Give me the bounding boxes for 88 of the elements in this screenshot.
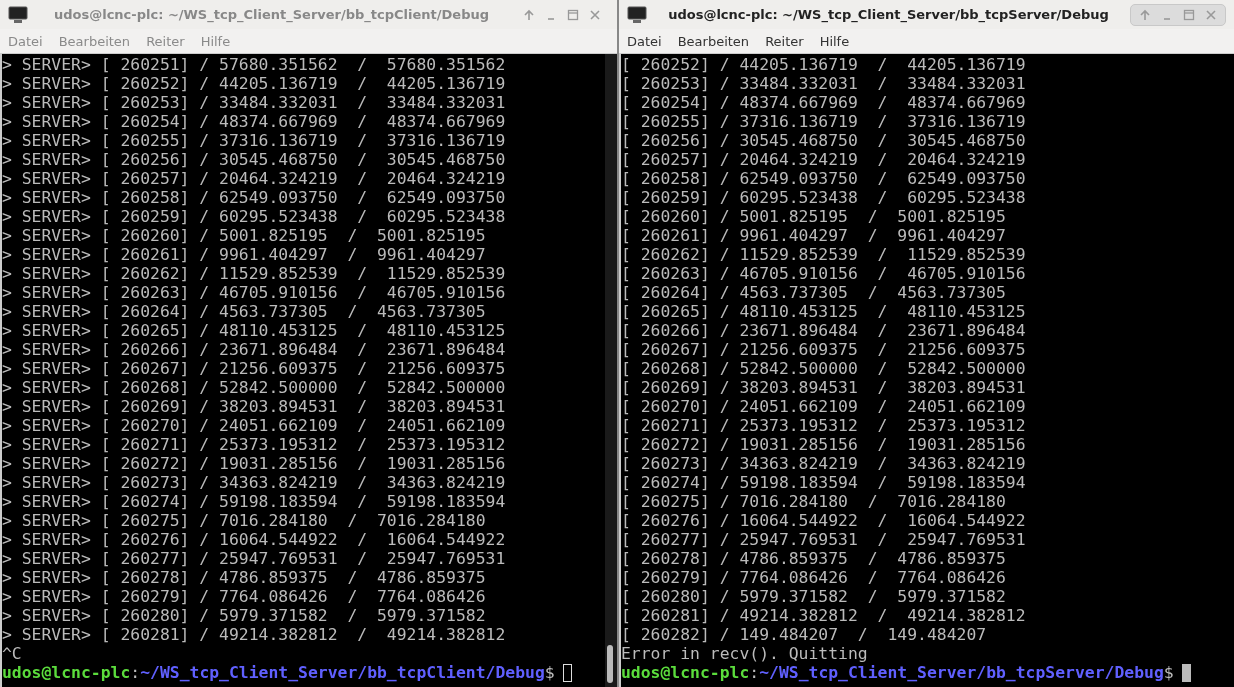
terminal-line: > SERVER> [ 260253] / 33484.332031 / 33484.332031	[2, 93, 506, 112]
terminal-line: [ 260267] / 21256.609375 / 21256.609375	[621, 340, 1026, 359]
terminal-line: > SERVER> [ 260267] / 21256.609375 / 21256.609375	[2, 359, 506, 378]
terminal-line: [ 260276] / 16064.544922 / 16064.544922	[621, 511, 1026, 530]
terminal-line: > SERVER> [ 260256] / 30545.468750 / 30545.468750	[2, 150, 506, 169]
menu-item[interactable]: Datei	[627, 33, 662, 49]
terminal-line: [ 260258] / 62549.093750 / 62549.093750	[621, 169, 1026, 188]
terminal-line: [ 260261] / 9961.404297 / 9961.404297	[621, 226, 1006, 245]
terminal-line: > SERVER> [ 260257] / 20464.324219 / 20464.324219	[2, 169, 506, 188]
terminal-line: [ 260268] / 52842.500000 / 52842.500000	[621, 359, 1026, 378]
terminal-line: > SERVER> [ 260266] / 23671.896484 / 23671.896484	[2, 340, 506, 359]
terminal-line: [ 260255] / 37316.136719 / 37316.136719	[621, 112, 1026, 131]
terminal-line: > SERVER> [ 260252] / 44205.136719 / 44205.136719	[2, 74, 506, 93]
prompt-symbol: $	[1163, 663, 1174, 682]
terminal-line: > SERVER> [ 260264] / 4563.737305 / 4563.737305	[2, 302, 486, 321]
window-title: udos@lcnc-plc: ~/WS_tcp_Client_Server/bb_tcpServer/Debug	[667, 7, 1110, 22]
terminal-line: [ 260282] / 149.484207 / 149.484207	[621, 625, 987, 644]
prompt-symbol: $	[544, 663, 555, 682]
terminal-line: > SERVER> [ 260269] / 38203.894531 / 38203.894531	[2, 397, 506, 416]
maximize-icon[interactable]	[1183, 8, 1195, 21]
terminal-line: > SERVER> [ 260259] / 60295.523438 / 60295.523438	[2, 207, 506, 226]
terminal-line: [ 260265] / 48110.453125 / 48110.453125	[621, 302, 1026, 321]
terminal-line: > SERVER> [ 260273] / 34363.824219 / 34363.824219	[2, 473, 506, 492]
terminal-line: > SERVER> [ 260275] / 7016.284180 / 7016.284180	[2, 511, 486, 530]
prompt-path: ~/WS_tcp_Client_Server/bb_tcpServer/Debug	[759, 663, 1164, 682]
prompt-user-host: udos@lcnc-plc	[621, 663, 750, 682]
menu-item[interactable]: Hilfe	[819, 33, 850, 49]
terminal-line: [ 260269] / 38203.894531 / 38203.894531	[621, 378, 1026, 397]
terminal-line: [ 260271] / 25373.195312 / 25373.195312	[621, 416, 1026, 435]
keep-above-icon[interactable]	[523, 8, 535, 21]
terminal-line: [ 260274] / 59198.183594 / 59198.183594	[621, 473, 1026, 492]
menu-item[interactable]: Bearbeiten	[677, 33, 750, 49]
scrollbar-thumb[interactable]	[607, 645, 613, 683]
terminal-line: > SERVER> [ 260254] / 48374.667969 / 48374.667969	[2, 112, 506, 131]
terminal-line: > SERVER> [ 260261] / 9961.404297 / 9961.404297	[2, 245, 486, 264]
terminal-line: [ 260256] / 30545.468750 / 30545.468750	[621, 131, 1026, 150]
terminal-line: > SERVER> [ 260272] / 19031.285156 / 19031.285156	[2, 454, 506, 473]
terminal-line: [ 260279] / 7764.086426 / 7764.086426	[621, 568, 1006, 587]
terminal-line: [ 260254] / 48374.667969 / 48374.667969	[621, 93, 1026, 112]
terminal-line: [ 260266] / 23671.896484 / 23671.896484	[621, 321, 1026, 340]
prompt-user-host: udos@lcnc-plc	[2, 663, 131, 682]
terminal-line: [ 260264] / 4563.737305 / 4563.737305	[621, 283, 1006, 302]
terminal-line: [ 260280] / 5979.371582 / 5979.371582	[621, 587, 1006, 606]
terminal-line: Error in recv(). Quitting	[621, 644, 868, 663]
terminal-line: > SERVER> [ 260262] / 11529.852539 / 11529.852539	[2, 264, 506, 283]
terminal-line: > SERVER> [ 260277] / 25947.769531 / 25947.769531	[2, 549, 506, 568]
window-title: udos@lcnc-plc: ~/WS_tcp_Client_Server/bb_tcpClient/Debug	[52, 7, 491, 22]
terminal-line: > SERVER> [ 260260] / 5001.825195 / 5001.825195	[2, 226, 486, 245]
terminal-line: > SERVER> [ 260263] / 46705.910156 / 46705.910156	[2, 283, 506, 302]
terminal-line: > SERVER> [ 260279] / 7764.086426 / 7764.086426	[2, 587, 486, 606]
keep-above-icon[interactable]	[1139, 8, 1151, 21]
prompt-path: ~/WS_tcp_Client_Server/bb_tcpClient/Debug	[140, 663, 545, 682]
terminal-line: > SERVER> [ 260265] / 48110.453125 / 48110.453125	[2, 321, 506, 340]
close-icon[interactable]	[589, 8, 601, 21]
terminal-line: [ 260262] / 11529.852539 / 11529.852539	[621, 245, 1026, 264]
terminal-line: [ 260253] / 33484.332031 / 33484.332031	[621, 74, 1026, 93]
terminal-line: > SERVER> [ 260271] / 25373.195312 / 25373.195312	[2, 435, 506, 454]
terminal-line: > SERVER> [ 260276] / 16064.544922 / 16064.544922	[2, 530, 506, 549]
terminal-line: ^C	[2, 644, 22, 663]
prompt-separator: :	[130, 663, 141, 682]
close-icon[interactable]	[1205, 8, 1217, 21]
terminal-line: [ 260277] / 25947.769531 / 25947.769531	[621, 530, 1026, 549]
terminal-line: [ 260259] / 60295.523438 / 60295.523438	[621, 188, 1026, 207]
terminal-line: [ 260257] / 20464.324219 / 20464.324219	[621, 150, 1026, 169]
monitor-icon	[8, 5, 28, 24]
terminal-line: [ 260281] / 49214.382812 / 49214.382812	[621, 606, 1026, 625]
terminal-line: [ 260263] / 46705.910156 / 46705.910156	[621, 264, 1026, 283]
terminal-line: > SERVER> [ 260258] / 62549.093750 / 62549.093750	[2, 188, 506, 207]
scrollbar[interactable]	[605, 54, 617, 687]
terminal-line: [ 260275] / 7016.284180 / 7016.284180	[621, 492, 1006, 511]
terminal-line: [ 260270] / 24051.662109 / 24051.662109	[621, 397, 1026, 416]
terminal-line: > SERVER> [ 260255] / 37316.136719 / 37316.136719	[2, 131, 506, 150]
terminal-line: > SERVER> [ 260280] / 5979.371582 / 5979.371582	[2, 606, 486, 625]
terminal-line: > SERVER> [ 260281] / 49214.382812 / 49214.382812	[2, 625, 506, 644]
terminal-line: [ 260273] / 34363.824219 / 34363.824219	[621, 454, 1026, 473]
terminal-line: [ 260260] / 5001.825195 / 5001.825195	[621, 207, 1006, 226]
terminal-line: > SERVER> [ 260270] / 24051.662109 / 24051.662109	[2, 416, 506, 435]
terminal-line: > SERVER> [ 260251] / 57680.351562 / 57680.351562	[2, 55, 506, 74]
terminal-line: [ 260278] / 4786.859375 / 4786.859375	[621, 549, 1006, 568]
terminal-line: > SERVER> [ 260278] / 4786.859375 / 4786.859375	[2, 568, 486, 587]
menu-item[interactable]: Reiter	[765, 33, 804, 49]
prompt-separator: :	[749, 663, 760, 682]
terminal-line: [ 260252] / 44205.136719 / 44205.136719	[621, 55, 1026, 74]
terminal-line: > SERVER> [ 260268] / 52842.500000 / 52842.500000	[2, 378, 506, 397]
monitor-icon	[627, 5, 647, 24]
terminal-line: [ 260272] / 19031.285156 / 19031.285156	[621, 435, 1026, 454]
terminal-line: > SERVER> [ 260274] / 59198.183594 / 59198.183594	[2, 492, 506, 511]
maximize-icon[interactable]	[567, 8, 579, 21]
